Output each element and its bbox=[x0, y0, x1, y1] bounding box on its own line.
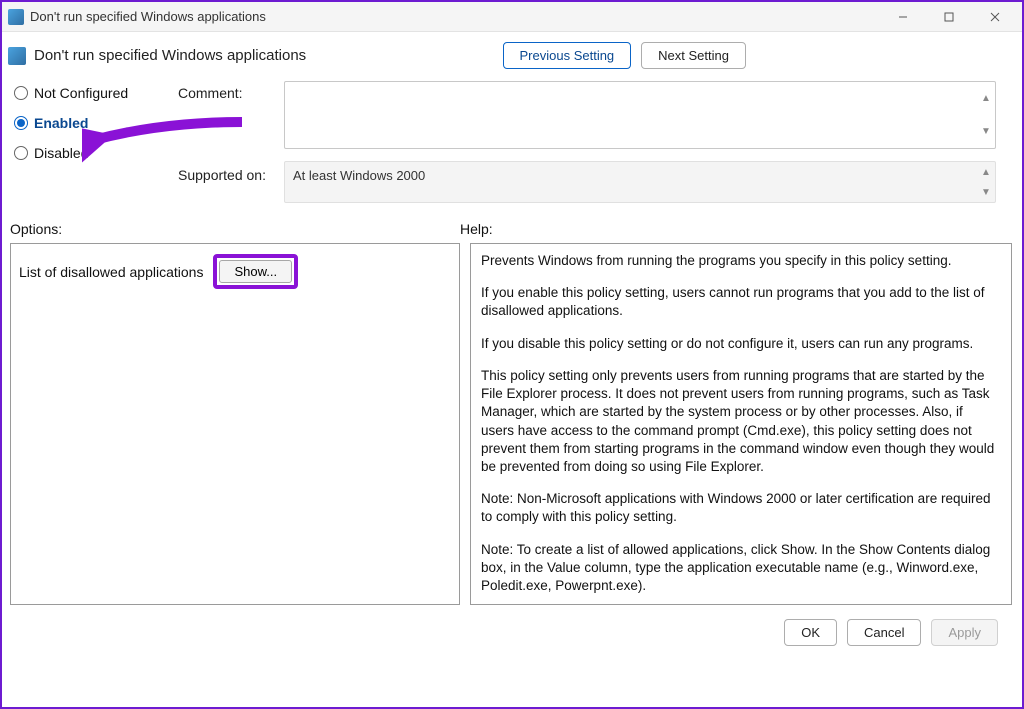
cancel-button[interactable]: Cancel bbox=[847, 619, 921, 646]
help-text: If you enable this policy setting, users… bbox=[481, 284, 997, 320]
radio-disabled[interactable]: Disabled bbox=[14, 145, 172, 161]
apply-button[interactable]: Apply bbox=[931, 619, 998, 646]
comment-scroll-down[interactable]: ▼ bbox=[977, 115, 995, 148]
ok-button[interactable]: OK bbox=[784, 619, 837, 646]
disallowed-apps-label: List of disallowed applications bbox=[19, 264, 203, 280]
show-button[interactable]: Show... bbox=[219, 260, 292, 283]
app-icon bbox=[8, 9, 24, 25]
show-button-highlight: Show... bbox=[213, 254, 298, 289]
comment-scroll-up[interactable]: ▲ bbox=[977, 82, 995, 115]
supported-scroll-up[interactable]: ▲ bbox=[977, 162, 995, 182]
help-label: Help: bbox=[460, 221, 1012, 237]
supported-on-value: At least Windows 2000 bbox=[293, 168, 425, 183]
title-bar: Don't run specified Windows applications bbox=[2, 2, 1022, 32]
options-label: Options: bbox=[10, 221, 460, 237]
help-text: This policy setting only prevents users … bbox=[481, 367, 997, 476]
next-setting-button[interactable]: Next Setting bbox=[641, 42, 746, 69]
supported-on-label: Supported on: bbox=[178, 161, 278, 183]
dialog-footer: OK Cancel Apply bbox=[2, 605, 1022, 646]
previous-setting-button[interactable]: Previous Setting bbox=[503, 42, 632, 69]
comment-textarea[interactable]: ▲ ▼ bbox=[284, 81, 996, 149]
help-pane[interactable]: Prevents Windows from running the progra… bbox=[470, 243, 1012, 605]
radio-enabled-label: Enabled bbox=[34, 115, 88, 131]
radio-disabled-label: Disabled bbox=[34, 145, 88, 161]
radio-enabled[interactable]: Enabled bbox=[14, 115, 172, 131]
help-text: Prevents Windows from running the progra… bbox=[481, 252, 997, 270]
policy-title: Don't run specified Windows applications bbox=[34, 47, 306, 64]
state-grid: Not Configured Enabled Disabled Comment:… bbox=[2, 73, 1022, 203]
window-title: Don't run specified Windows applications bbox=[30, 9, 880, 24]
close-button[interactable] bbox=[972, 3, 1018, 31]
help-text: Note: To create a list of allowed applic… bbox=[481, 541, 997, 596]
options-pane: List of disallowed applications Show... bbox=[10, 243, 460, 605]
minimize-button[interactable] bbox=[880, 3, 926, 31]
radio-not-configured[interactable]: Not Configured bbox=[14, 85, 172, 101]
maximize-button[interactable] bbox=[926, 3, 972, 31]
help-text: Note: Non-Microsoft applications with Wi… bbox=[481, 490, 997, 526]
radio-not-configured-label: Not Configured bbox=[34, 85, 128, 101]
help-text: If you disable this policy setting or do… bbox=[481, 335, 997, 353]
comment-label: Comment: bbox=[178, 81, 278, 101]
policy-icon bbox=[8, 47, 26, 65]
supported-scroll-down[interactable]: ▼ bbox=[977, 182, 995, 202]
supported-on-value-box: At least Windows 2000 ▲ ▼ bbox=[284, 161, 996, 203]
header-row: Don't run specified Windows applications… bbox=[2, 32, 1022, 73]
